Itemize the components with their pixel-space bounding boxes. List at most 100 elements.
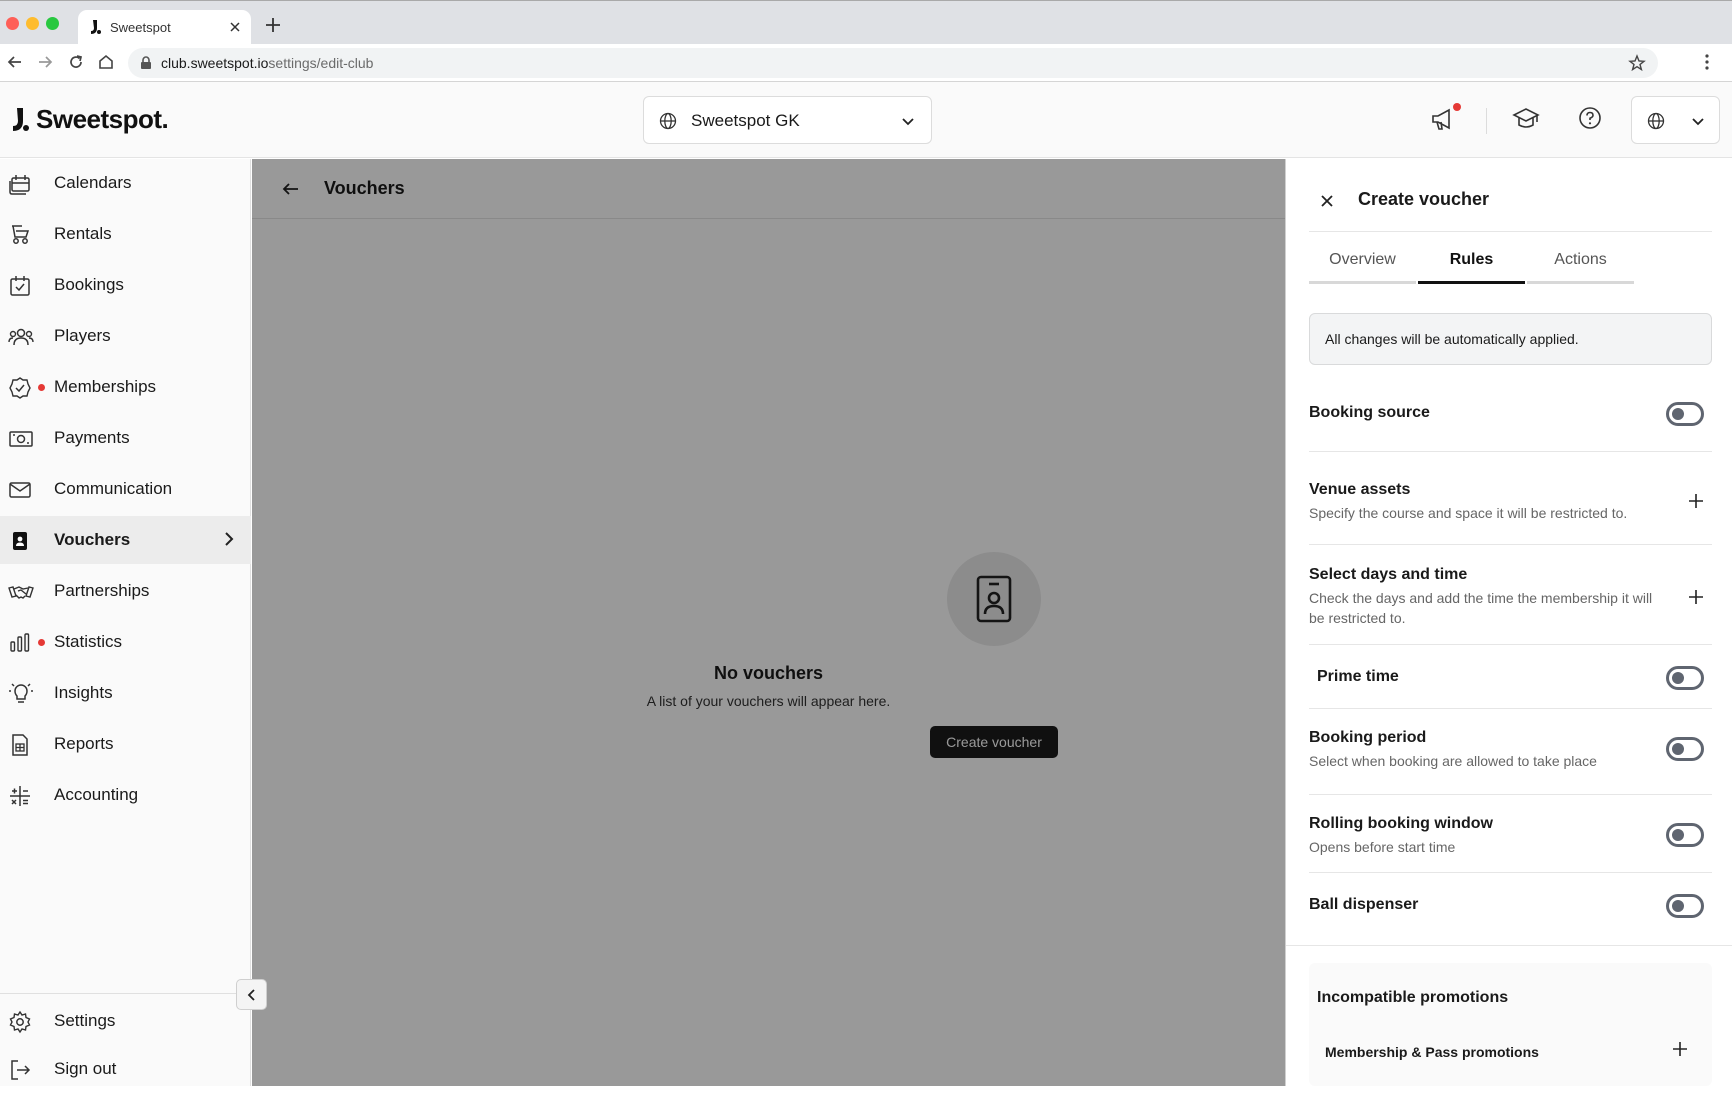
notice-text: All changes will be automatically applie…	[1325, 331, 1579, 347]
sidebar-item-rentals[interactable]: Rentals	[0, 210, 251, 258]
rule-booking-source: Booking source	[1309, 387, 1712, 452]
sidebar-item-settings[interactable]: Settings	[0, 997, 251, 1045]
voucher-icon	[8, 529, 32, 553]
chevron-right-icon	[223, 531, 235, 547]
incompatible-promotions-section: Incompatible promotions Membership & Pas…	[1309, 963, 1712, 1086]
url-path: settings/edit-club	[268, 55, 374, 71]
tab-close-icon[interactable]	[227, 19, 243, 35]
reload-icon[interactable]	[67, 53, 85, 71]
new-tab-icon[interactable]	[265, 17, 281, 33]
rule-title: Booking source	[1309, 404, 1430, 421]
sidebar-item-label: Accounting	[54, 785, 139, 804]
rule-title: Rolling booking window	[1309, 815, 1493, 832]
sidebar-item-accounting[interactable]: Accounting	[0, 771, 251, 819]
sidebar-item-memberships[interactable]: Memberships	[0, 363, 251, 411]
sidebar-item-reports[interactable]: Reports	[0, 720, 251, 768]
minimize-window-button[interactable]	[26, 17, 39, 30]
tab-title: Sweetspot	[110, 20, 171, 35]
sweetspot-favicon-icon	[88, 19, 102, 35]
rule-title: Prime time	[1317, 668, 1399, 685]
rule-title: Venue assets	[1309, 481, 1411, 498]
close-window-button[interactable]	[6, 17, 19, 30]
ball-dispenser-toggle[interactable]	[1666, 894, 1704, 918]
sidebar-item-players[interactable]: Players	[0, 312, 251, 360]
sidebar-item-calendars[interactable]: Calendars	[0, 159, 251, 207]
section-title: Incompatible promotions	[1317, 989, 1509, 1006]
megaphone-icon[interactable]	[1430, 106, 1456, 132]
chevron-left-icon	[247, 989, 255, 1001]
players-icon	[8, 325, 34, 349]
maximize-window-button[interactable]	[46, 17, 59, 30]
sidebar-item-insights[interactable]: Insights	[0, 669, 251, 717]
add-promotion-plus-icon[interactable]	[1672, 1041, 1688, 1057]
url-host: club.sweetspot.io	[161, 55, 269, 71]
back-icon[interactable]	[6, 53, 24, 71]
sidebar-item-bookings[interactable]: Bookings	[0, 261, 251, 309]
globe-icon	[1647, 112, 1665, 130]
tab-rules[interactable]: Rules	[1418, 247, 1525, 284]
sidebar-item-label: Sign out	[54, 1059, 117, 1078]
club-selector[interactable]: Sweetspot GK	[643, 96, 932, 144]
brand-name: Sweetspot.	[36, 104, 169, 134]
create-voucher-panel: Create voucher Overview Rules Actions Al…	[1285, 159, 1732, 1086]
kebab-icon[interactable]	[1705, 54, 1709, 70]
booking-period-toggle[interactable]	[1666, 737, 1704, 761]
browser-tab[interactable]: Sweetspot	[78, 10, 251, 45]
graduation-cap-icon[interactable]	[1512, 106, 1540, 132]
sidebar-item-communication[interactable]: Communication	[0, 465, 251, 513]
sidebar-item-payments[interactable]: Payments	[0, 414, 251, 462]
prime-time-toggle[interactable]	[1666, 666, 1704, 690]
help-icon[interactable]	[1578, 106, 1602, 130]
rule-booking-period: Booking period Select when booking are a…	[1309, 709, 1712, 795]
sidebar-item-label: Insights	[54, 683, 113, 702]
tab-actions[interactable]: Actions	[1527, 247, 1634, 284]
sweetspot-logo-icon	[13, 107, 29, 131]
calendar-icon	[8, 172, 32, 196]
membership-pass-promotions-label: Membership & Pass promotions	[1325, 1044, 1539, 1060]
modal-overlay[interactable]	[252, 159, 1285, 1086]
add-days-and-time-plus-icon[interactable]	[1688, 589, 1704, 605]
sidebar-item-label: Players	[54, 326, 111, 345]
browser-toolbar: club.sweetspot.iosettings/edit-club	[0, 44, 1732, 82]
sidebar-item-partnerships[interactable]: Partnerships	[0, 567, 251, 615]
rule-prime-time: Prime time	[1309, 645, 1712, 709]
booking-source-toggle[interactable]	[1666, 402, 1704, 426]
header-divider	[1486, 108, 1487, 134]
golf-cart-icon	[8, 223, 32, 247]
calculator-icon	[8, 784, 32, 808]
chevron-down-icon	[1691, 114, 1705, 128]
rule-venue-assets: Venue assets Specify the course and spac…	[1309, 452, 1712, 545]
tab-overview[interactable]: Overview	[1309, 247, 1416, 284]
brand-logo[interactable]: Sweetspot.	[10, 104, 169, 135]
sidebar-item-label: Statistics	[54, 632, 123, 651]
language-selector[interactable]	[1631, 96, 1720, 144]
sidebar-divider	[0, 993, 251, 994]
panel-tabs: Overview Rules Actions	[1309, 247, 1635, 284]
address-bar[interactable]: club.sweetspot.iosettings/edit-club	[128, 48, 1658, 78]
sidebar-item-vouchers[interactable]: Vouchers	[0, 516, 251, 564]
lightbulb-icon	[8, 682, 34, 706]
globe-icon	[659, 112, 677, 130]
sidebar: Calendars Rentals Bookings Players Membe…	[0, 159, 251, 1086]
membership-icon	[8, 376, 32, 400]
notification-dot	[38, 384, 45, 391]
payments-icon	[8, 427, 34, 451]
sign-out-icon	[8, 1058, 32, 1082]
report-icon	[8, 733, 32, 757]
sidebar-item-statistics[interactable]: Statistics	[0, 618, 251, 666]
close-icon[interactable]	[1319, 193, 1335, 209]
rule-description: Opens before start time	[1309, 839, 1456, 855]
booking-icon	[8, 274, 32, 298]
star-icon[interactable]	[1628, 54, 1646, 72]
sidebar-item-label: Memberships	[54, 377, 157, 396]
forward-icon[interactable]	[36, 53, 54, 71]
panel-divider	[1309, 231, 1712, 232]
collapse-sidebar-button[interactable]	[236, 979, 267, 1010]
home-icon[interactable]	[97, 53, 115, 71]
rolling-booking-window-toggle[interactable]	[1666, 823, 1704, 847]
sidebar-item-label: Vouchers	[54, 530, 131, 549]
add-venue-assets-plus-icon[interactable]	[1688, 493, 1704, 509]
chevron-down-icon	[901, 114, 915, 128]
sidebar-item-label: Payments	[54, 428, 130, 447]
rule-ball-dispenser: Ball dispenser	[1309, 873, 1712, 945]
